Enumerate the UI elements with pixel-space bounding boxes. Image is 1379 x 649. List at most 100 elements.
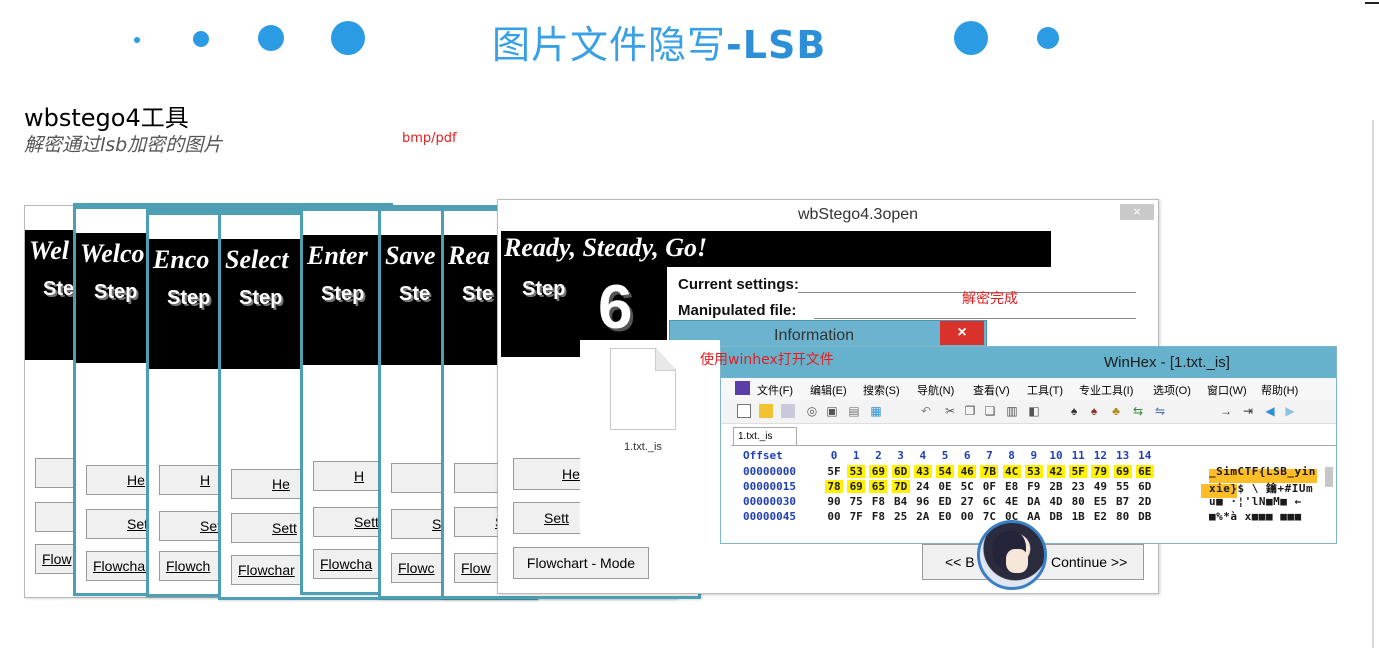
- hex-byte[interactable]: 25: [892, 510, 910, 523]
- hex-byte[interactable]: 43: [913, 465, 932, 478]
- goto-page-icon[interactable]: ⇥: [1241, 404, 1255, 418]
- hex-byte[interactable]: 2D: [1136, 495, 1154, 508]
- hex-byte[interactable]: E0: [936, 510, 954, 523]
- hex-byte[interactable]: 69: [1113, 465, 1132, 478]
- hex-byte[interactable]: E2: [1091, 510, 1109, 523]
- hex-byte[interactable]: F9: [1025, 480, 1043, 493]
- hex-byte[interactable]: 69: [847, 480, 866, 493]
- hex-byte[interactable]: B4: [892, 495, 910, 508]
- menu-tools[interactable]: 工具(T): [1027, 382, 1063, 398]
- hex-byte[interactable]: DA: [1025, 495, 1043, 508]
- hex-byte[interactable]: 46: [958, 465, 977, 478]
- hex-byte[interactable]: DB: [1047, 510, 1065, 523]
- fill-icon[interactable]: ◧: [1027, 404, 1041, 418]
- hex-byte[interactable]: 4C: [1002, 465, 1021, 478]
- hex-byte[interactable]: 24: [914, 480, 932, 493]
- hex-byte[interactable]: DB: [1136, 510, 1154, 523]
- file-tab[interactable]: 1.txt._is: [733, 427, 797, 446]
- menu-options[interactable]: 选项(O): [1153, 382, 1191, 398]
- menu-window[interactable]: 窗口(W): [1207, 382, 1247, 398]
- hex-byte[interactable]: 7C: [980, 510, 998, 523]
- properties-icon[interactable]: ▤: [847, 404, 861, 418]
- paste-block-icon[interactable]: ▥: [1005, 404, 1019, 418]
- winhex-window[interactable]: WinHex - [1.txt._is] 文件(F) 编辑(E) 搜索(S) 导…: [720, 346, 1337, 544]
- hex-byte[interactable]: 23: [1069, 480, 1087, 493]
- hex-byte[interactable]: B7: [1114, 495, 1132, 508]
- hex-byte[interactable]: 00: [825, 510, 843, 523]
- hex-byte[interactable]: 53: [1024, 465, 1043, 478]
- file-name[interactable]: 1.txt._is: [624, 441, 662, 453]
- hex-byte[interactable]: F8: [869, 495, 887, 508]
- save-icon[interactable]: [781, 404, 795, 418]
- hex-byte[interactable]: 80: [1069, 495, 1087, 508]
- hex-byte[interactable]: AA: [1025, 510, 1043, 523]
- hex-byte[interactable]: 2A: [914, 510, 932, 523]
- hex-byte[interactable]: 7B: [980, 465, 999, 478]
- hex-byte[interactable]: 1B: [1069, 510, 1087, 523]
- hex-byte[interactable]: 42: [1047, 465, 1065, 478]
- hex-byte[interactable]: 75: [847, 495, 865, 508]
- hex-byte[interactable]: E5: [1091, 495, 1109, 508]
- undo-icon[interactable]: ↶: [919, 404, 933, 418]
- hex-byte[interactable]: 7D: [891, 480, 910, 493]
- flowchart-mode-button[interactable]: Flowchart - Mode: [513, 547, 649, 579]
- disk-icon[interactable]: ◎: [805, 404, 819, 418]
- menu-help[interactable]: 帮助(H): [1261, 382, 1298, 398]
- hex-byte[interactable]: 7F: [847, 510, 865, 523]
- close-button[interactable]: ×: [1120, 204, 1154, 220]
- back-arrow-icon[interactable]: ◀: [1263, 404, 1277, 418]
- copy-icon[interactable]: ❐: [963, 404, 977, 418]
- hex-byte[interactable]: 5C: [958, 480, 976, 493]
- find-hex-icon[interactable]: ♠: [1087, 404, 1101, 418]
- menu-search[interactable]: 搜索(S): [863, 382, 900, 398]
- hex-byte[interactable]: 65: [869, 480, 888, 493]
- menu-edit[interactable]: 编辑(E): [810, 382, 847, 398]
- hex-byte[interactable]: 53: [847, 465, 866, 478]
- scrollbar-thumb[interactable]: [1325, 467, 1333, 487]
- hex-byte[interactable]: 80: [1114, 510, 1132, 523]
- new-file-icon[interactable]: [737, 404, 751, 418]
- hex-byte[interactable]: 4D: [1047, 495, 1065, 508]
- replace-icon[interactable]: ⇆: [1131, 404, 1145, 418]
- hex-byte[interactable]: 90: [825, 495, 843, 508]
- hex-byte[interactable]: ED: [936, 495, 954, 508]
- continue-button[interactable]: Continue >>: [1034, 544, 1144, 580]
- hex-byte[interactable]: 6C: [980, 495, 998, 508]
- hex-byte[interactable]: 78: [825, 480, 843, 493]
- find-icon[interactable]: ♠: [1067, 404, 1081, 418]
- forward-arrow-icon[interactable]: ▶: [1283, 404, 1297, 418]
- ascii-text[interactable]: u■ ·¦'lN■M■ ←: [1209, 495, 1302, 508]
- menu-navigate[interactable]: 导航(N): [917, 382, 954, 398]
- hex-byte[interactable]: 6D: [891, 465, 910, 478]
- ascii-text[interactable]: xie}$ \ 鑰+#IUm: [1209, 480, 1313, 496]
- ram-icon[interactable]: ▣: [825, 404, 839, 418]
- hex-byte[interactable]: 0F: [980, 480, 998, 493]
- paste-icon[interactable]: ❏: [983, 404, 997, 418]
- cut-icon[interactable]: ✂: [943, 404, 957, 418]
- hex-byte[interactable]: 5F: [825, 465, 843, 478]
- open-file-icon[interactable]: [759, 404, 773, 418]
- file-icon[interactable]: [610, 348, 676, 430]
- hex-byte[interactable]: 96: [914, 495, 932, 508]
- hex-byte[interactable]: 79: [1091, 465, 1110, 478]
- find-text-icon[interactable]: ♣: [1109, 404, 1123, 418]
- hex-byte[interactable]: 4E: [1003, 495, 1021, 508]
- hex-byte[interactable]: 54: [936, 465, 954, 478]
- ascii-text[interactable]: _SimCTF{LSB_yin: [1209, 465, 1316, 478]
- image-icon[interactable]: ▦: [869, 404, 883, 418]
- hex-byte[interactable]: E8: [1003, 480, 1021, 493]
- menu-file[interactable]: 文件(F): [757, 382, 793, 398]
- hex-byte[interactable]: 6D: [1136, 480, 1154, 493]
- hex-byte[interactable]: 0E: [936, 480, 954, 493]
- menu-pro-tools[interactable]: 专业工具(I): [1079, 382, 1133, 398]
- hex-byte[interactable]: 6E: [1135, 465, 1154, 478]
- hex-byte[interactable]: F8: [869, 510, 887, 523]
- hex-byte[interactable]: 2B: [1047, 480, 1065, 493]
- menu-view[interactable]: 查看(V): [973, 382, 1010, 398]
- hex-byte[interactable]: 00: [958, 510, 976, 523]
- hex-byte[interactable]: 69: [869, 465, 888, 478]
- hex-byte[interactable]: 27: [958, 495, 976, 508]
- ascii-text[interactable]: ■%*à x■■■ ■■■: [1209, 510, 1302, 523]
- hex-byte[interactable]: 5F: [1069, 465, 1088, 478]
- hex-byte[interactable]: 55: [1114, 480, 1132, 493]
